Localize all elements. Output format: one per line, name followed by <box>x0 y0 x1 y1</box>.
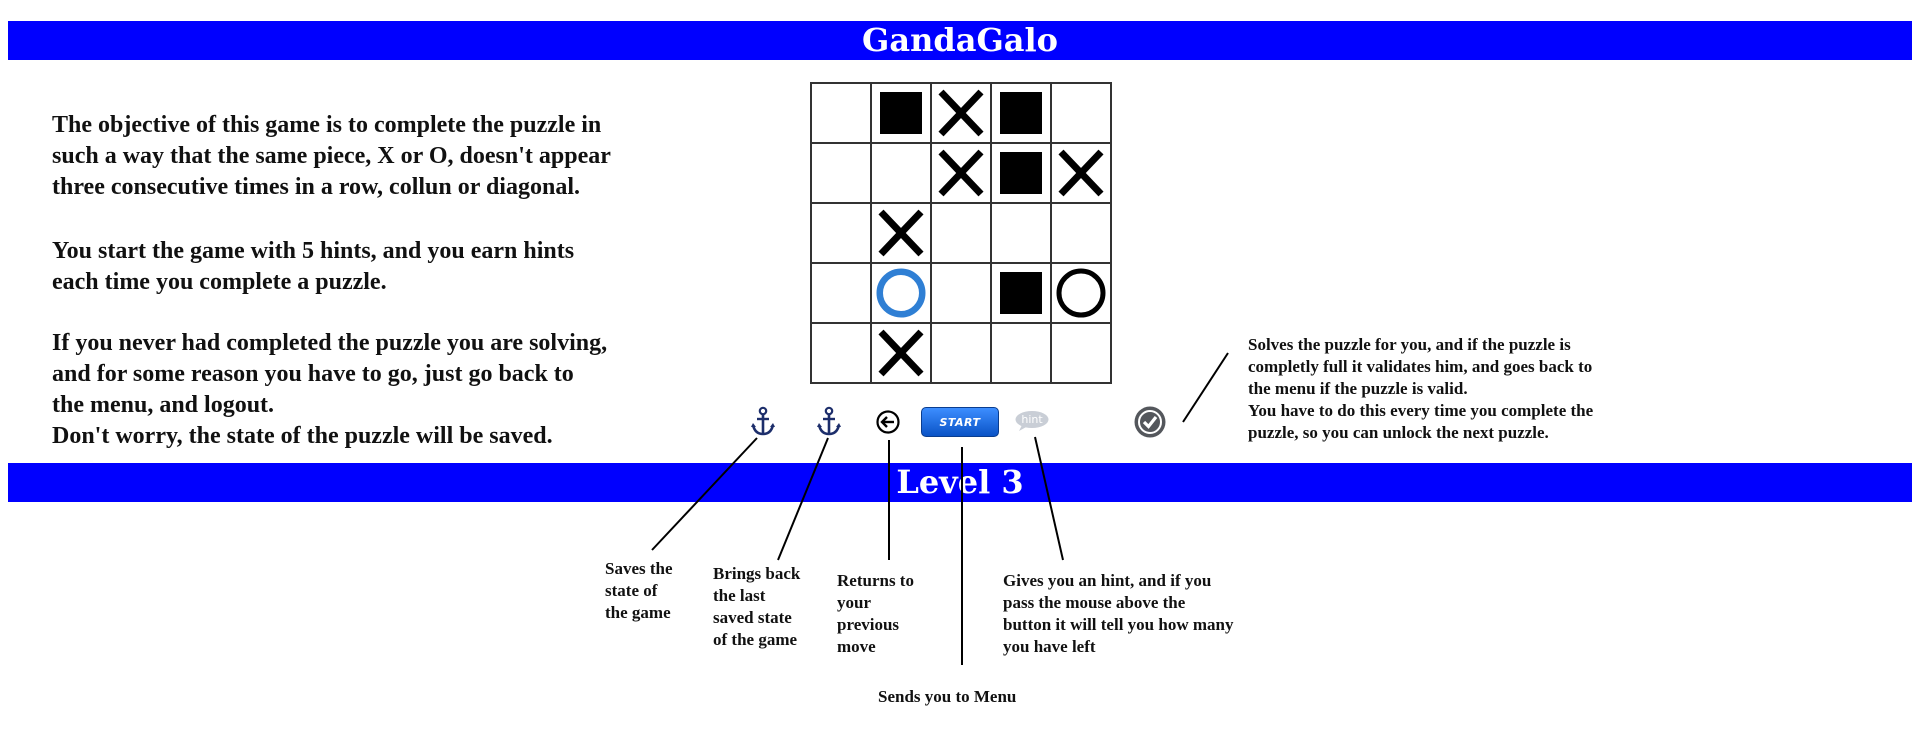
annotation-line: previous <box>837 615 900 634</box>
annotation-line: the game <box>605 603 671 622</box>
solve-annotation: Solves the puzzle for you, and if the pu… <box>1248 334 1593 444</box>
hint-annotation: Gives you an hint, and if you pass the m… <box>1003 570 1233 658</box>
leader-line <box>777 437 829 561</box>
annotation-line: puzzle, so you can unlock the next puzzl… <box>1248 423 1549 442</box>
annotation-line: Brings back <box>713 564 801 583</box>
annotation-line: of the game <box>713 630 798 649</box>
annotation-line: Returns to <box>837 571 914 590</box>
annotation-line: pass the mouse above the <box>1003 593 1186 612</box>
annotation-line: button it will tell you how many <box>1003 615 1234 634</box>
annotation-line: move <box>837 637 876 656</box>
leader-line <box>1182 352 1229 423</box>
annotation-line: Saves the <box>605 559 673 578</box>
annotation-leader-lines <box>651 352 1229 665</box>
save-annotation: Saves the state of the game <box>605 558 673 624</box>
annotation-line: your <box>837 593 871 612</box>
annotation-line: Sends you to Menu <box>878 687 1017 706</box>
annotation-line: Solves the puzzle for you, and if the pu… <box>1248 335 1571 354</box>
annotation-line: the menu if the puzzle is valid. <box>1248 379 1468 398</box>
annotation-line: you have left <box>1003 637 1096 656</box>
annotation-line: state of <box>605 581 658 600</box>
menu-annotation: Sends you to Menu <box>878 686 1016 708</box>
annotation-line: Gives you an hint, and if you <box>1003 571 1212 590</box>
load-annotation: Brings back the last saved state of the … <box>713 563 800 651</box>
undo-annotation: Returns to your previous move <box>837 570 914 658</box>
annotation-line: the last <box>713 586 766 605</box>
leader-line <box>651 437 758 551</box>
annotation-line: You have to do this every time you compl… <box>1248 401 1594 420</box>
leader-line <box>1034 436 1064 561</box>
annotation-line: completly full it validates him, and goe… <box>1248 357 1593 376</box>
annotation-line: saved state <box>713 608 792 627</box>
